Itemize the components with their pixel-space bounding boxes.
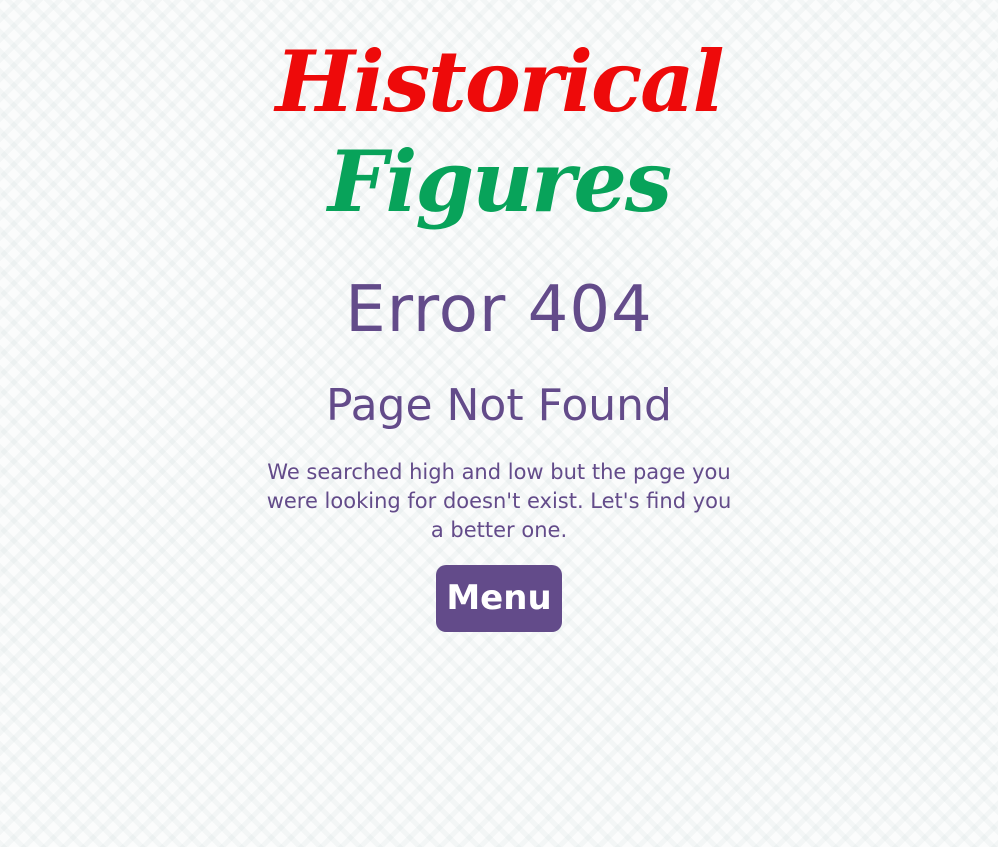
menu-button[interactable]: Menu bbox=[436, 565, 562, 632]
error-title: Error 404 bbox=[345, 273, 653, 347]
error-message: We searched high and low but the page yo… bbox=[266, 460, 732, 542]
page-not-found-subtitle: Page Not Found bbox=[326, 380, 672, 431]
logo-figures: Figures bbox=[327, 132, 672, 231]
logo-historical: Historical bbox=[275, 32, 724, 131]
